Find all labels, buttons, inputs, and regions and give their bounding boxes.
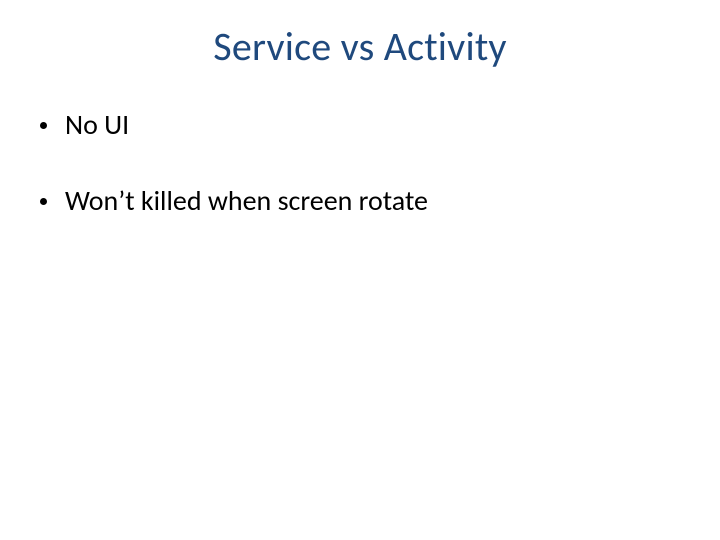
list-item: No UI [40,108,680,142]
bullet-text: Won’t killed when screen rotate [65,184,680,218]
slide-title: Service vs Activity [0,22,720,71]
bullet-text: No UI [65,108,680,142]
slide: Service vs Activity No UI Won’t killed w… [0,0,720,540]
bullet-icon [40,122,47,129]
slide-body: No UI Won’t killed when screen rotate [40,108,680,259]
bullet-icon [40,198,47,205]
list-item: Won’t killed when screen rotate [40,184,680,218]
